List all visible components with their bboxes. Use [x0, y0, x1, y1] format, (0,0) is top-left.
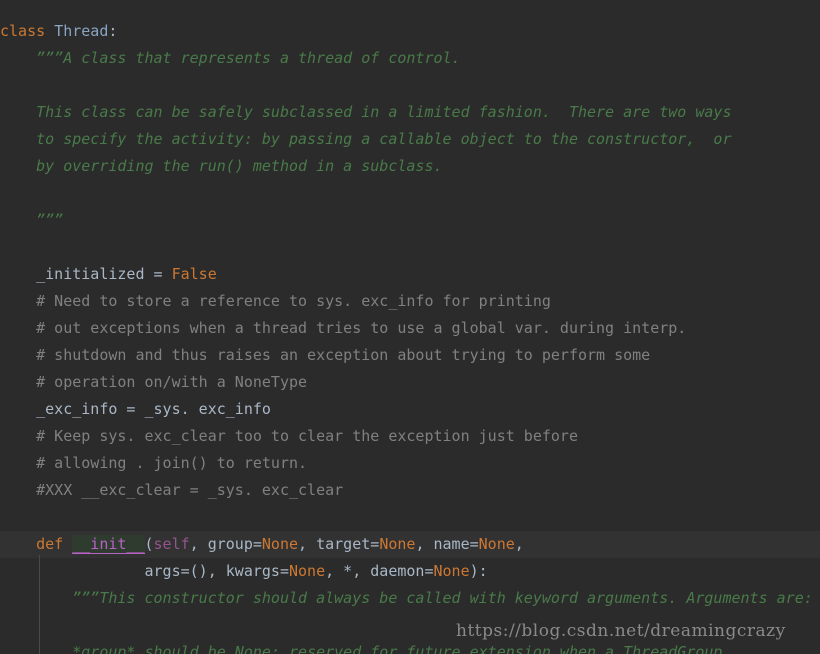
token: target — [316, 535, 371, 553]
token: = — [252, 535, 262, 553]
line-blank-3[interactable] — [0, 234, 820, 261]
token: = — [279, 562, 289, 580]
token: , — [298, 535, 317, 553]
token: , — [514, 535, 524, 553]
line-exc-info[interactable]: _exc_info = _sys. exc_info — [0, 396, 820, 423]
token: __init__ — [72, 535, 145, 554]
token: = — [180, 562, 190, 580]
token: by overriding the run() method in a subc… — [0, 157, 443, 175]
token: ””” — [0, 211, 64, 229]
line-comment-4[interactable]: # operation on/with a NoneType — [0, 369, 820, 396]
line-blank-1[interactable] — [0, 72, 820, 99]
line-blank-4[interactable] — [0, 504, 820, 531]
token: group — [207, 535, 253, 553]
token: *group* should be None; reserved for fut… — [0, 643, 723, 654]
line-comment-3[interactable]: # shutdown and thus raises an exception … — [0, 342, 820, 369]
token: to specify the activity: by passing a ca… — [0, 130, 732, 148]
token: # allowing . join() to return. — [0, 454, 308, 472]
token: name — [433, 535, 470, 553]
token: _sys. exc_info — [144, 400, 271, 418]
token: : — [108, 22, 118, 40]
token: None — [379, 535, 416, 553]
line-def-init-cont[interactable]: args=(), kwargs=None, *, daemon=None): — [0, 558, 820, 585]
token: #XXX __exc_clear = _sys. exc_clear — [0, 481, 344, 499]
token: daemon — [370, 562, 425, 580]
token: , *, — [325, 562, 371, 580]
token: Thread — [54, 22, 109, 40]
line-doc-4[interactable]: by overriding the run() method in a subc… — [0, 153, 820, 180]
token: None — [433, 562, 470, 580]
token: args — [144, 562, 181, 580]
line-doc-2[interactable]: This class can be safely subclassed in a… — [0, 99, 820, 126]
token: kwargs — [225, 562, 280, 580]
line-comment-5[interactable]: # Keep sys. exc_clear too to clear the e… — [0, 423, 820, 450]
token: = — [117, 400, 145, 418]
token: # operation on/with a NoneType — [0, 373, 308, 391]
token: ): — [469, 562, 488, 580]
token: False — [171, 265, 217, 283]
line-init-doc-blank[interactable] — [0, 612, 820, 639]
line-comment-7[interactable]: #XXX __exc_clear = _sys. exc_clear — [0, 477, 820, 504]
token: # Keep sys. exc_clear too to clear the e… — [0, 427, 578, 445]
token: This class can be safely subclassed in a… — [0, 103, 732, 121]
token: , — [415, 535, 434, 553]
token: self — [153, 535, 190, 553]
line-class-thread[interactable]: class Thread: — [0, 18, 820, 45]
token: # shutdown and thus raises an exception … — [0, 346, 651, 364]
token: = — [144, 265, 172, 283]
code-content-area[interactable]: class Thread: ”””A class that represents… — [0, 0, 820, 654]
token: , — [189, 535, 208, 553]
line-doc-3[interactable]: to specify the activity: by passing a ca… — [0, 126, 820, 153]
token: = — [469, 535, 479, 553]
token: # out exceptions when a thread tries to … — [0, 319, 687, 337]
code-editor-window: class Thread: ”””A class that represents… — [0, 0, 820, 654]
line-comment-1[interactable]: # Need to store a reference to sys. exc_… — [0, 288, 820, 315]
token: _initialized — [36, 265, 145, 283]
line-init-doc-2[interactable]: *group* should be None; reserved for fut… — [0, 639, 820, 654]
line-def-init[interactable]: def __init__(self, group=None, target=No… — [0, 531, 820, 558]
line-comment-6[interactable]: # allowing . join() to return. — [0, 450, 820, 477]
token: ”””A class that represents a thread of c… — [0, 49, 461, 67]
line-comment-2[interactable]: # out exceptions when a thread tries to … — [0, 315, 820, 342]
token: None — [289, 562, 326, 580]
token: ( — [144, 535, 154, 553]
line-docstring-close[interactable]: ””” — [0, 207, 820, 234]
token: = — [370, 535, 380, 553]
indent-guide-line — [39, 555, 40, 654]
token: None — [478, 535, 515, 553]
token: class — [0, 22, 46, 40]
line-initialized[interactable]: _initialized = False — [0, 261, 820, 288]
line-docstring-open[interactable]: ”””A class that represents a thread of c… — [0, 45, 820, 72]
token: ”””This constructor should always be cal… — [0, 589, 813, 607]
token: = — [424, 562, 434, 580]
line-blank-2[interactable] — [0, 180, 820, 207]
token: # Need to store a reference to sys. exc_… — [0, 292, 551, 310]
token: (), — [189, 562, 226, 580]
token: def — [36, 535, 64, 553]
token: None — [261, 535, 299, 553]
token: _exc_info — [36, 400, 118, 418]
line-init-doc-1[interactable]: ”””This constructor should always be cal… — [0, 585, 820, 612]
